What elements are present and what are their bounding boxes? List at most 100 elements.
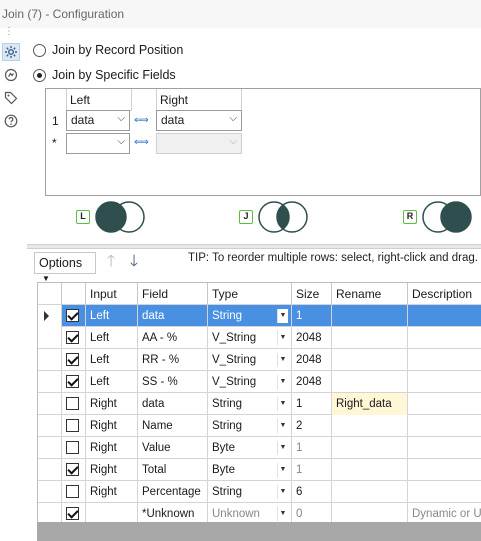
cell-description[interactable] <box>408 327 481 349</box>
help-icon[interactable] <box>2 112 20 130</box>
table-row[interactable]: Right Name String ▼ 2 <box>38 415 481 437</box>
right-field-select[interactable]: data ⌵ <box>156 110 242 131</box>
cell-type[interactable]: String ▼ <box>208 481 292 503</box>
cell-type[interactable]: V_String ▼ <box>208 349 292 371</box>
header-type[interactable]: Type <box>208 283 292 305</box>
gear-icon[interactable] <box>2 43 20 61</box>
inner-join-venn-icon[interactable] <box>257 200 311 234</box>
cell-description[interactable] <box>408 393 481 415</box>
tag-icon[interactable] <box>2 89 20 107</box>
radio-button[interactable] <box>33 43 46 57</box>
select-field-checkbox[interactable] <box>66 375 79 388</box>
left-field-select-new[interactable]: ⌵ <box>66 133 130 154</box>
cell-type[interactable]: V_String ▼ <box>208 371 292 393</box>
select-field-checkbox[interactable] <box>66 463 79 476</box>
cell-rename[interactable] <box>332 437 408 459</box>
cell-description[interactable] <box>408 349 481 371</box>
type-dropdown-icon[interactable]: ▼ <box>277 463 288 477</box>
cell-type[interactable]: V_String ▼ <box>208 327 292 349</box>
cell-field[interactable]: Total <box>138 459 208 481</box>
row-header[interactable] <box>38 393 62 415</box>
type-dropdown-icon[interactable]: ▼ <box>277 397 288 411</box>
type-dropdown-icon[interactable]: ▼ <box>277 485 288 499</box>
cell-rename[interactable]: Right_data <box>332 393 408 415</box>
radio-button-selected[interactable] <box>33 68 46 82</box>
header-size[interactable]: Size <box>292 283 332 305</box>
header-description[interactable]: Description <box>408 283 481 305</box>
cell-field[interactable]: SS - % <box>138 371 208 393</box>
cell-size[interactable]: 2048 <box>292 371 332 393</box>
select-field-checkbox[interactable] <box>66 331 79 344</box>
cell-size[interactable]: 1 <box>292 393 332 415</box>
type-dropdown-icon[interactable]: ▼ <box>277 419 288 433</box>
cell-rename[interactable] <box>332 459 408 481</box>
panel-splitter[interactable] <box>27 244 481 249</box>
row-header[interactable] <box>38 415 62 437</box>
header-field[interactable]: Field <box>138 283 208 305</box>
select-field-checkbox[interactable] <box>66 419 79 432</box>
move-down-button[interactable]: 🡓 <box>123 253 145 273</box>
cell-description[interactable] <box>408 415 481 437</box>
cell-size[interactable]: 2 <box>292 415 332 437</box>
cell-description[interactable] <box>408 459 481 481</box>
cell-rename[interactable] <box>332 349 408 371</box>
row-header[interactable] <box>38 349 62 371</box>
type-dropdown-icon[interactable]: ▼ <box>277 331 288 345</box>
cell-field[interactable]: RR - % <box>138 349 208 371</box>
table-row[interactable]: Right Value Byte ▼ 1 <box>38 437 481 459</box>
cell-size[interactable]: 1 <box>292 437 332 459</box>
cell-field[interactable]: data <box>138 393 208 415</box>
cell-rename[interactable] <box>332 481 408 503</box>
annotation-icon[interactable] <box>2 66 20 84</box>
table-row[interactable]: Left SS - % V_String ▼ 2048 <box>38 371 481 393</box>
type-dropdown-icon[interactable]: ▼ <box>277 375 288 389</box>
cell-rename[interactable] <box>332 305 408 327</box>
cell-field[interactable]: Name <box>138 415 208 437</box>
cell-size[interactable]: 2048 <box>292 349 332 371</box>
type-dropdown-icon[interactable]: ▼ <box>277 309 288 323</box>
cell-field[interactable]: Percentage <box>138 481 208 503</box>
select-field-checkbox[interactable] <box>66 309 79 322</box>
more-dots-icon[interactable]: ⋮ <box>4 27 15 37</box>
type-dropdown-icon[interactable]: ▼ <box>277 507 288 521</box>
table-row[interactable]: Left AA - % V_String ▼ 2048 <box>38 327 481 349</box>
left-join-venn-icon[interactable] <box>94 200 148 234</box>
row-header[interactable] <box>38 371 62 393</box>
type-dropdown-icon[interactable]: ▼ <box>277 441 288 455</box>
row-header[interactable] <box>38 305 62 327</box>
table-row[interactable]: Left RR - % V_String ▼ 2048 <box>38 349 481 371</box>
cell-field[interactable]: Value <box>138 437 208 459</box>
cell-size[interactable]: 1 <box>292 305 332 327</box>
cell-rename[interactable] <box>332 327 408 349</box>
cell-type[interactable]: Byte ▼ <box>208 437 292 459</box>
cell-type[interactable]: String ▼ <box>208 393 292 415</box>
move-up-button[interactable]: 🡑 <box>100 253 122 273</box>
cell-field[interactable]: AA - % <box>138 327 208 349</box>
cell-description[interactable] <box>408 371 481 393</box>
cell-description[interactable] <box>408 305 481 327</box>
options-dropdown-button[interactable]: Options ▼ <box>34 252 96 283</box>
row-header[interactable] <box>38 459 62 481</box>
cell-rename[interactable] <box>332 415 408 437</box>
cell-size[interactable]: 1 <box>292 459 332 481</box>
cell-type[interactable]: String ▼ <box>208 305 292 327</box>
left-field-select[interactable]: data ⌵ <box>66 110 130 131</box>
select-field-checkbox[interactable] <box>66 397 79 410</box>
cell-type[interactable]: Byte ▼ <box>208 459 292 481</box>
cell-type[interactable]: String ▼ <box>208 415 292 437</box>
right-join-venn-icon[interactable] <box>421 200 475 234</box>
cell-size[interactable]: 2048 <box>292 327 332 349</box>
row-header[interactable] <box>38 437 62 459</box>
table-row[interactable]: Right Total Byte ▼ 1 <box>38 459 481 481</box>
row-header[interactable] <box>38 327 62 349</box>
select-field-checkbox[interactable] <box>66 485 79 498</box>
cell-size[interactable]: 6 <box>292 481 332 503</box>
table-row[interactable]: Right Percentage String ▼ 6 <box>38 481 481 503</box>
row-header[interactable] <box>38 481 62 503</box>
cell-field[interactable]: data <box>138 305 208 327</box>
radio-join-by-position[interactable]: Join by Record Position <box>33 41 183 59</box>
table-row[interactable]: Right data String ▼ 1 Right_data <box>38 393 481 415</box>
cell-description[interactable] <box>408 481 481 503</box>
header-rename[interactable]: Rename <box>332 283 408 305</box>
type-dropdown-icon[interactable]: ▼ <box>277 353 288 367</box>
